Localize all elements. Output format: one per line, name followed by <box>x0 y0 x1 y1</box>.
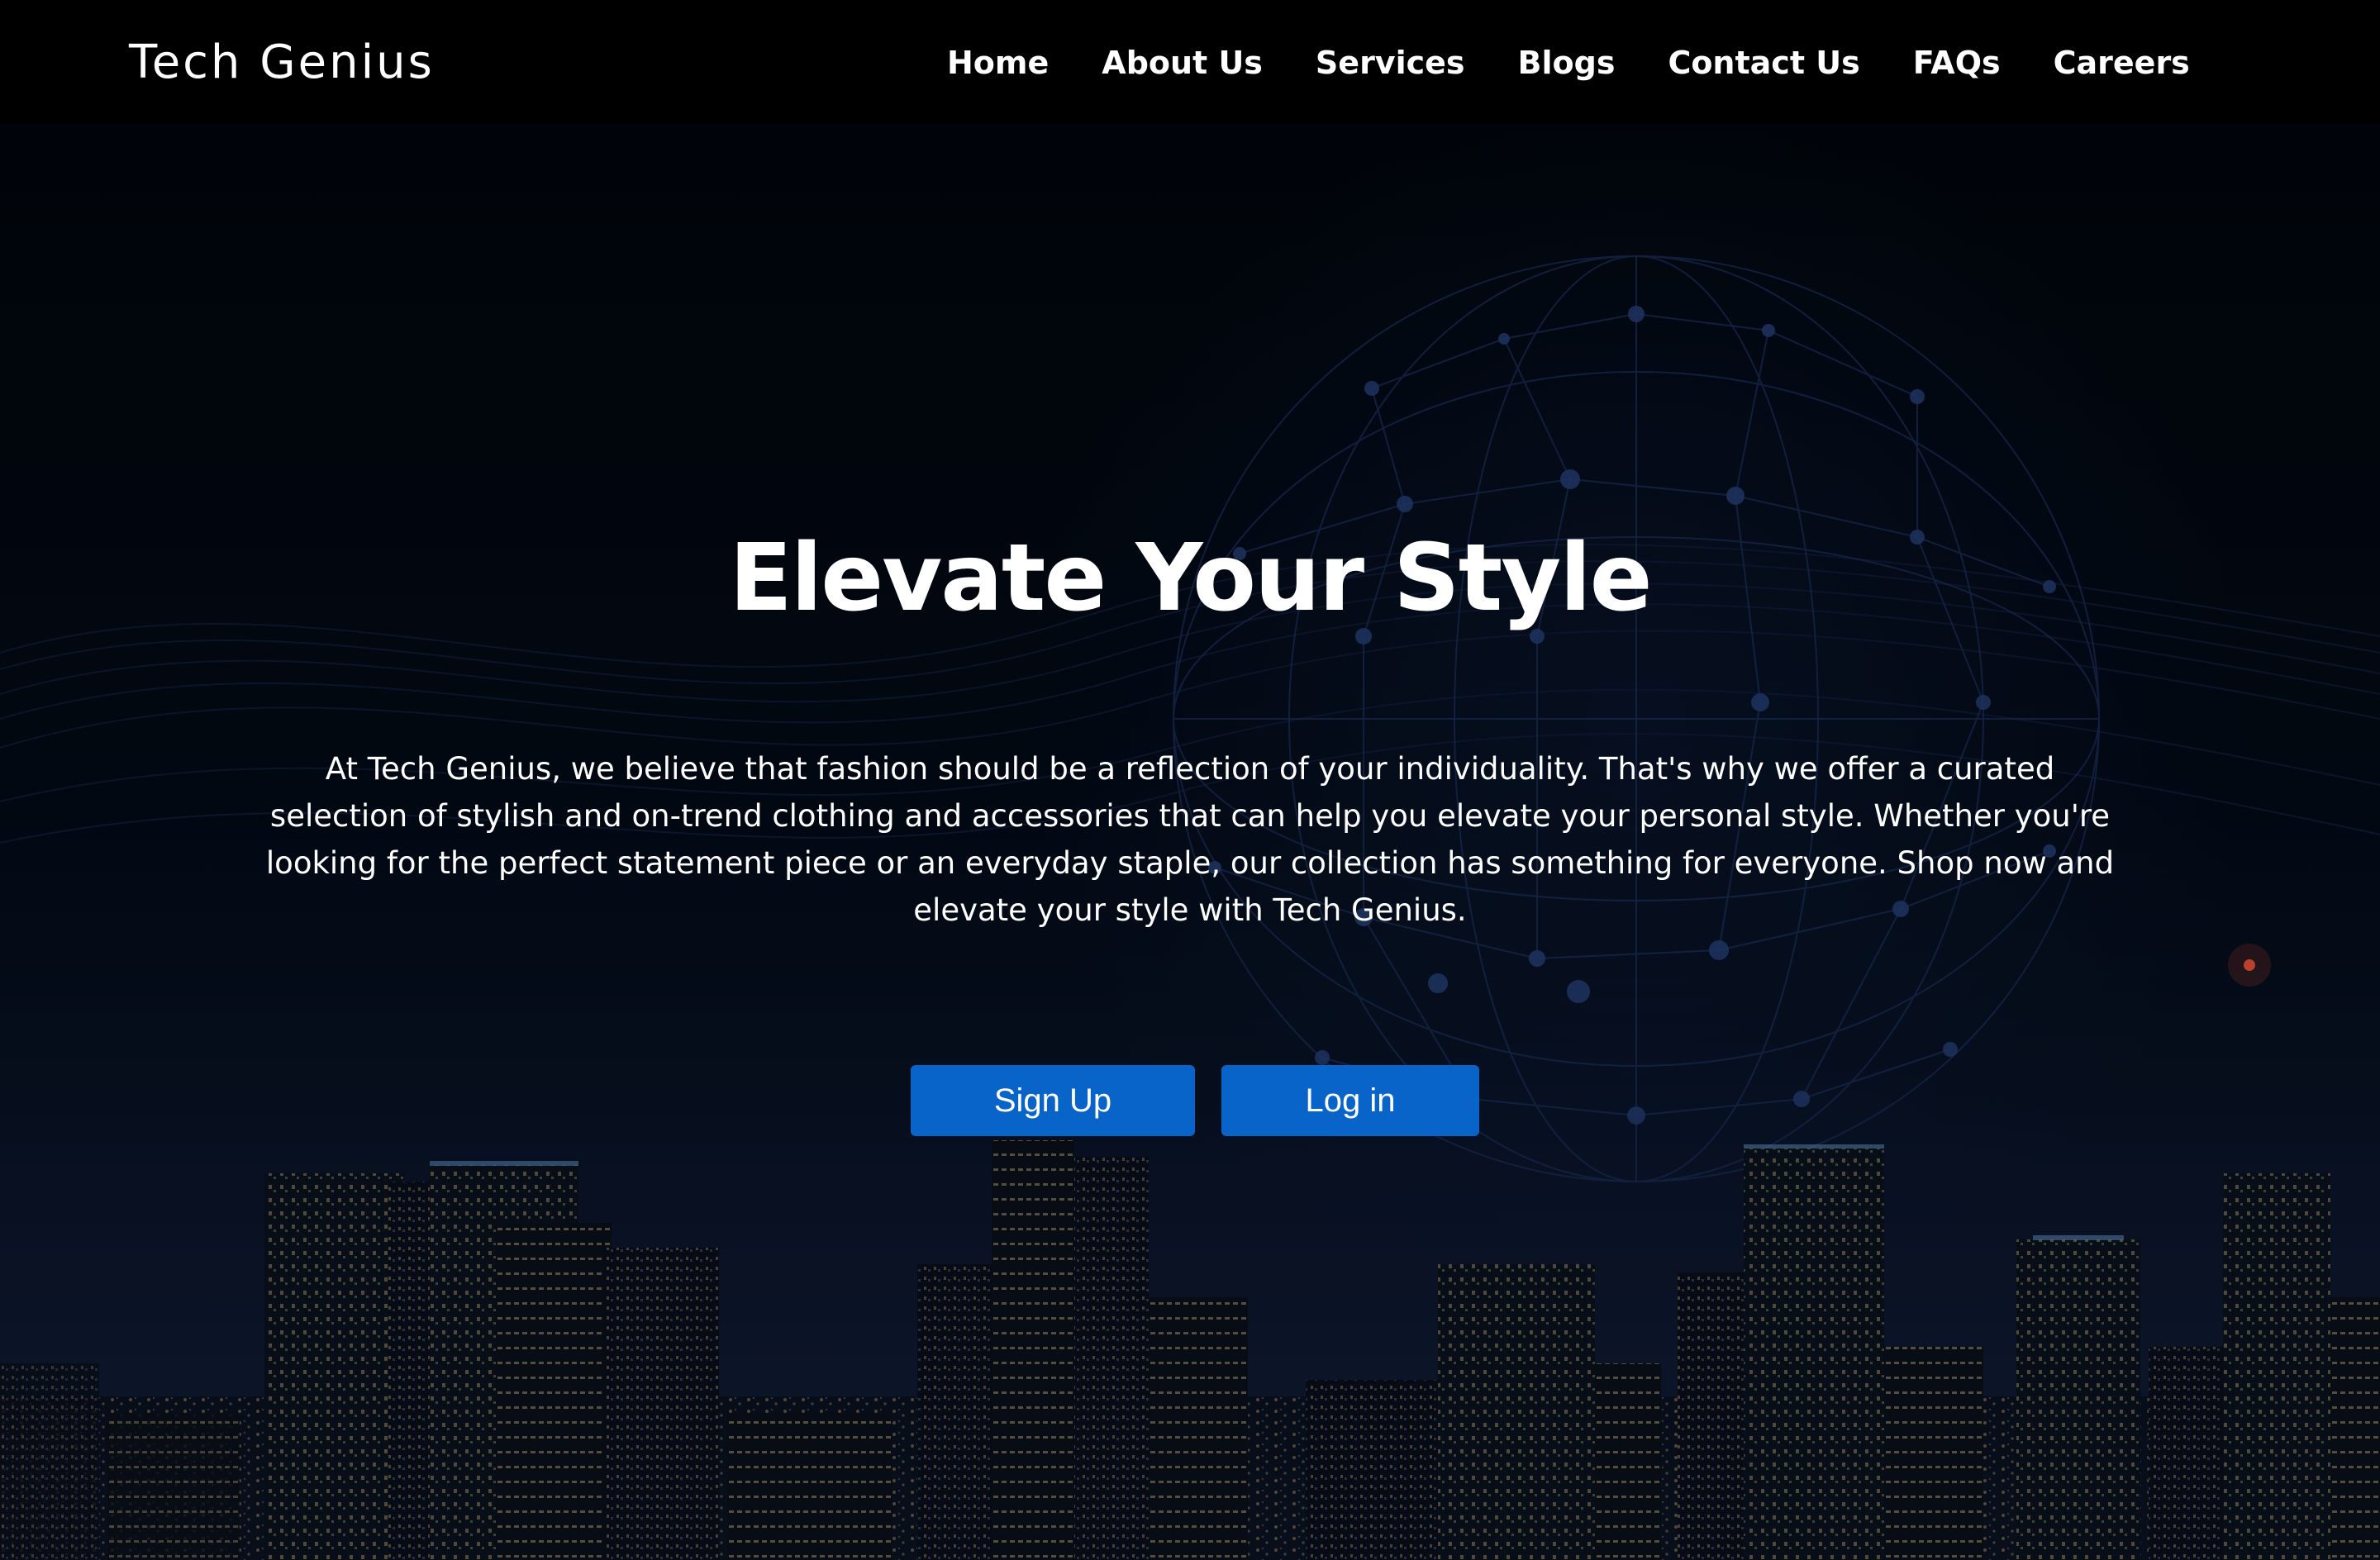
nav-link-careers[interactable]: Careers <box>2054 45 2190 81</box>
log-in-button[interactable]: Log in <box>1221 1065 1479 1136</box>
nav-item-about-us: About Us <box>1102 40 1263 86</box>
nav-item-contact-us: Contact Us <box>1668 40 1859 86</box>
main-nav: Home About Us Services Blogs Contact Us … <box>947 40 2269 86</box>
nav-link-faqs[interactable]: FAQs <box>1913 45 2001 81</box>
nav-item-careers: Careers <box>2054 40 2190 86</box>
nav-item-faqs: FAQs <box>1913 40 2001 86</box>
nav-item-services: Services <box>1316 40 1465 86</box>
brand-logo[interactable]: Tech Genius <box>129 30 435 96</box>
nav-link-services[interactable]: Services <box>1316 45 1465 81</box>
nav-link-home[interactable]: Home <box>947 45 1049 81</box>
nav-link-blogs[interactable]: Blogs <box>1518 45 1616 81</box>
landing-page: Tech Genius Home About Us Services Blogs… <box>0 0 2380 1560</box>
hero-actions: Sign Up Log in <box>911 1065 1479 1136</box>
top-navbar: Tech Genius Home About Us Services Blogs… <box>0 0 2380 124</box>
nav-link-about-us[interactable]: About Us <box>1102 45 1263 81</box>
nav-item-blogs: Blogs <box>1518 40 1616 86</box>
nav-link-contact-us[interactable]: Contact Us <box>1668 45 1859 81</box>
sign-up-button[interactable]: Sign Up <box>911 1065 1195 1136</box>
hero-description: At Tech Genius, we believe that fashion … <box>265 751 2115 928</box>
nav-item-home: Home <box>947 40 1049 86</box>
hero-title: Elevate Your Style <box>729 525 1652 632</box>
